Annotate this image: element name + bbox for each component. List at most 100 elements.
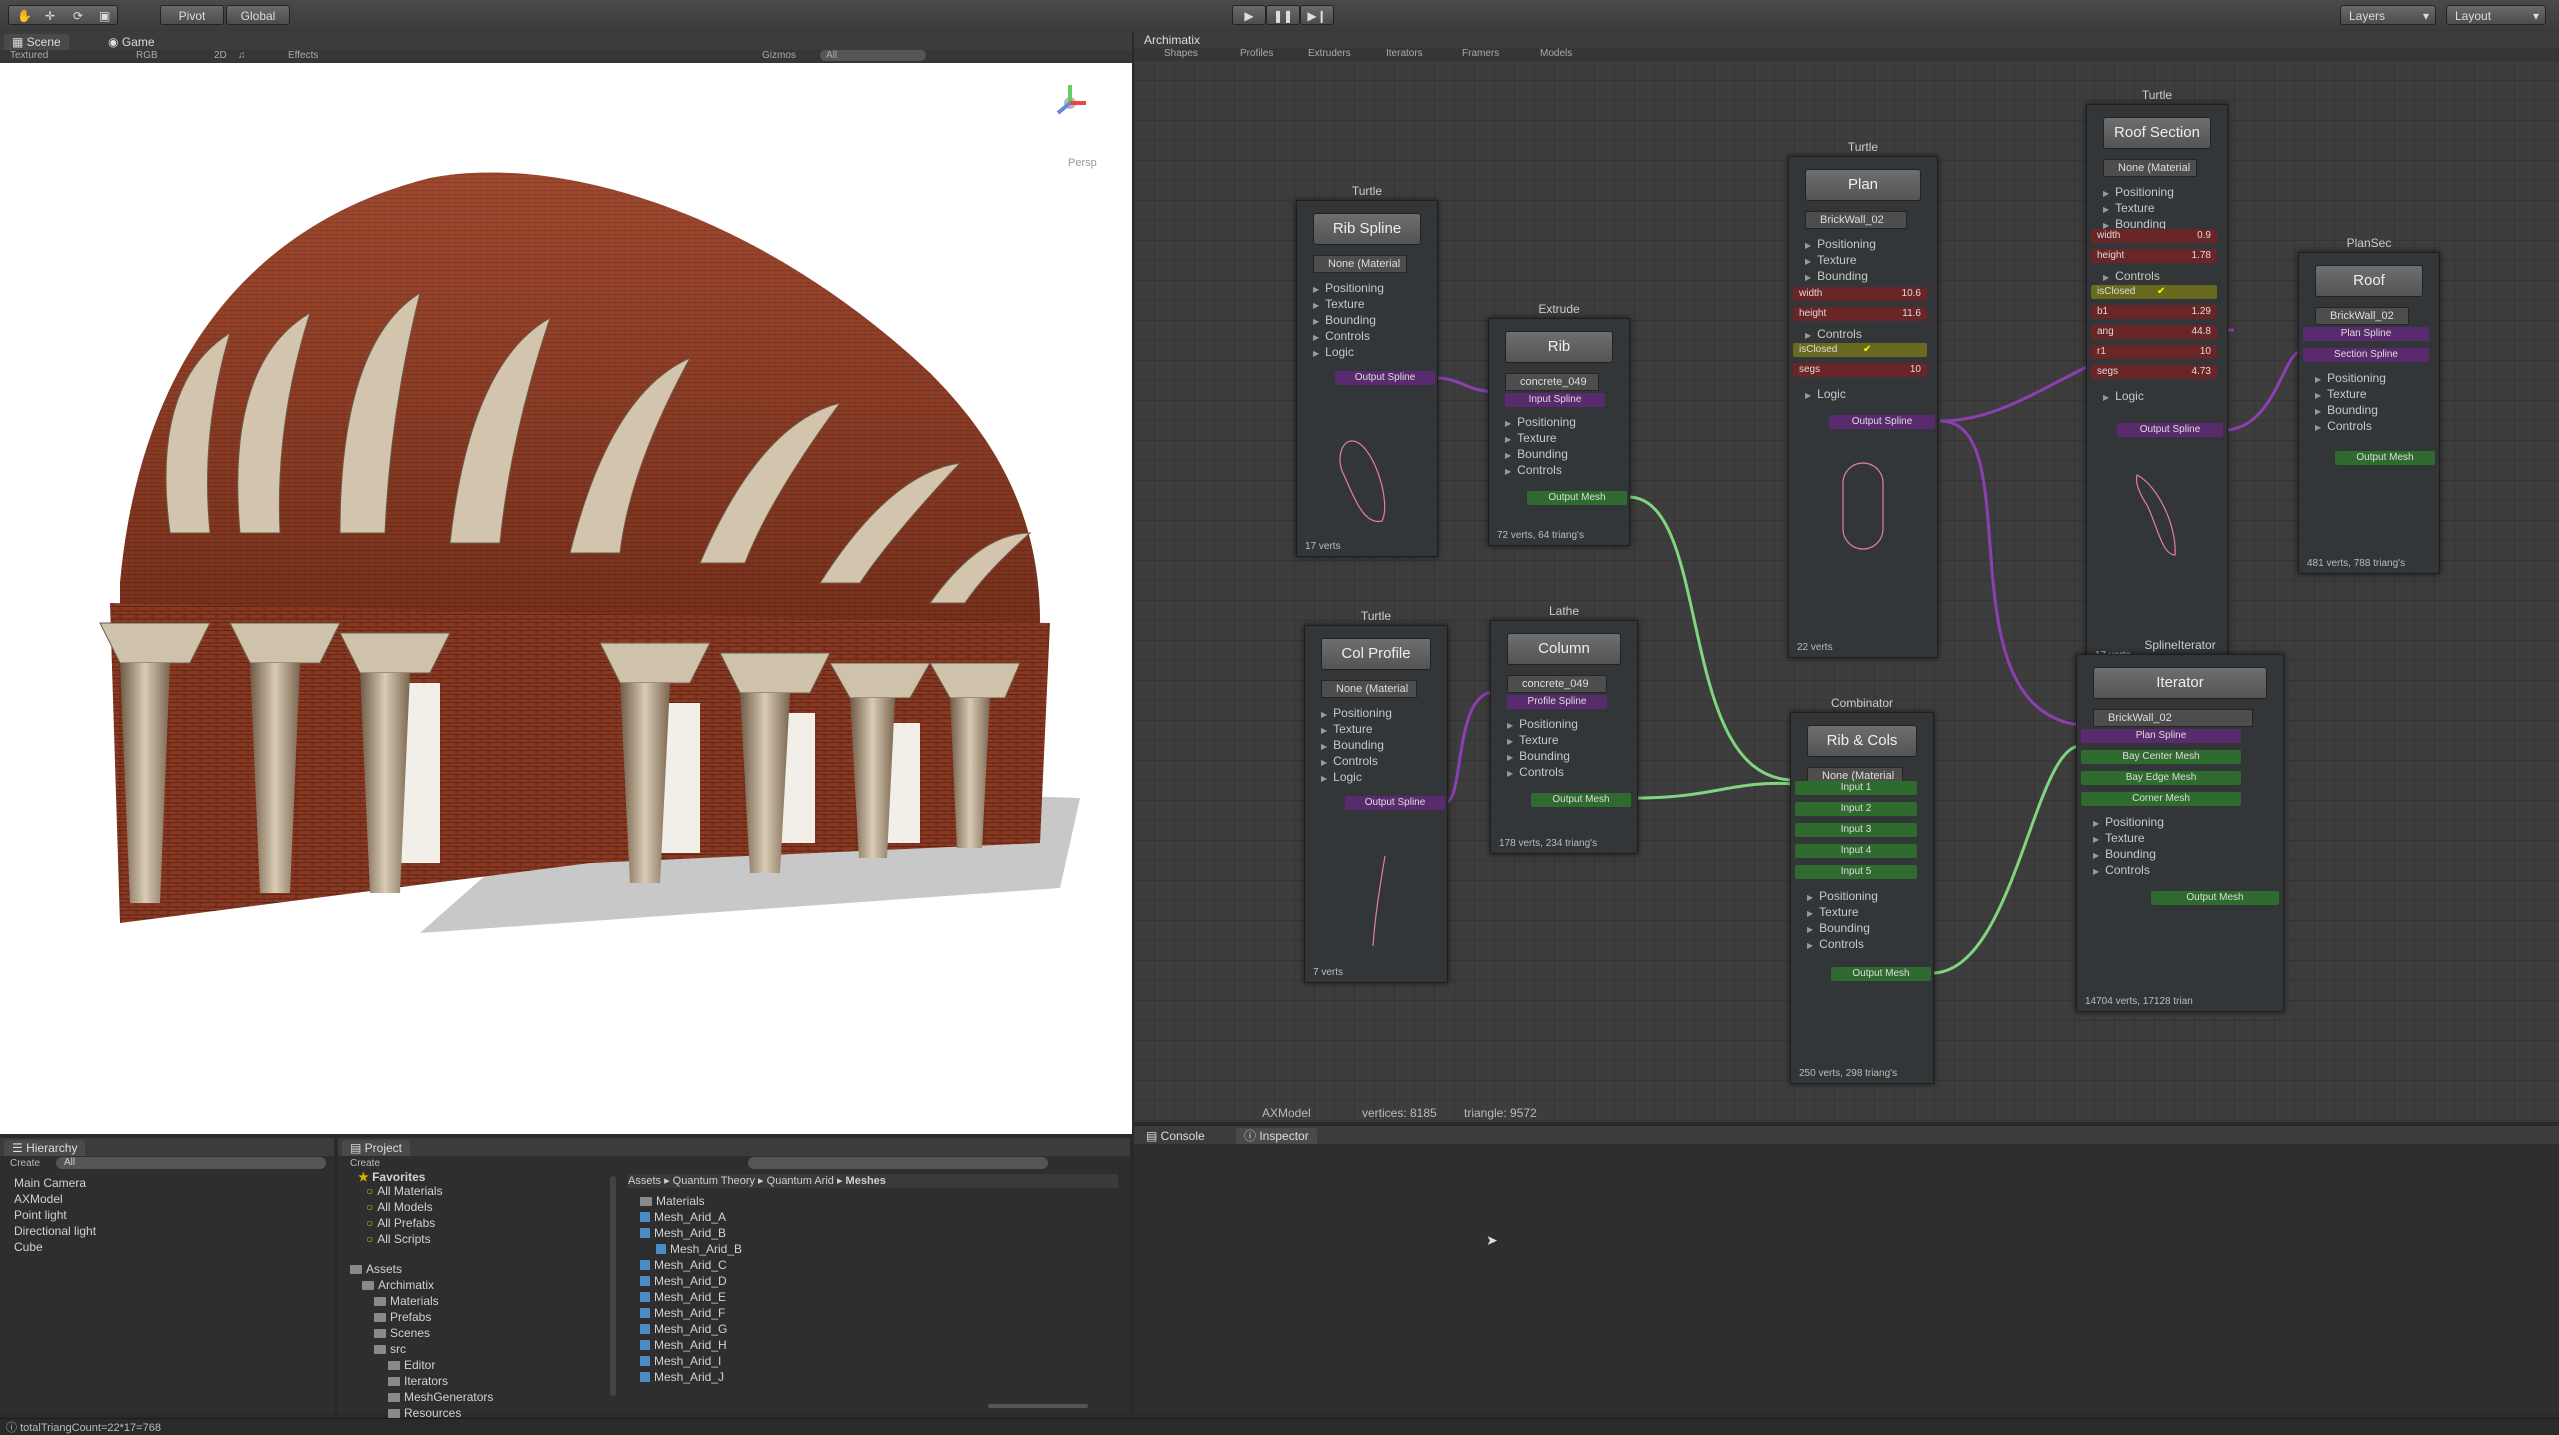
node-rib[interactable]: Extrude Rib concrete_049 Input Spline Po…	[1488, 302, 1630, 546]
param-ang[interactable]: ang 44.8	[2091, 325, 2217, 339]
menu-framers[interactable]: Framers	[1462, 48, 1499, 59]
tab-game[interactable]: ◉ Game	[100, 34, 163, 50]
foldout-controls[interactable]: Controls	[1313, 329, 1370, 343]
pivot-toggle[interactable]: Pivot	[160, 5, 224, 25]
render-mode-dropdown[interactable]: RGB	[136, 50, 158, 61]
tab-project[interactable]: ▤ Project	[342, 1140, 411, 1156]
node-title-button[interactable]: Column	[1507, 633, 1621, 665]
bay-edge-mesh-port[interactable]: Bay Edge Mesh	[2081, 771, 2241, 785]
scene-search-input[interactable]: All	[820, 50, 926, 61]
node-title-button[interactable]: Col Profile	[1321, 638, 1431, 670]
param-r1[interactable]: r1 10	[2091, 345, 2217, 359]
foldout-texture[interactable]: Texture	[1805, 253, 1856, 267]
node-title-button[interactable]: Plan	[1805, 169, 1921, 201]
folder-item[interactable]: Materials	[374, 1294, 439, 1308]
scene-viewport[interactable]: Persp	[0, 63, 1132, 1134]
tab-scene[interactable]: ▦ Scene	[4, 34, 69, 50]
foldout-bounding[interactable]: Bounding	[1807, 921, 1870, 935]
file-item[interactable]: Mesh_Arid_A	[640, 1210, 726, 1224]
input-5-port[interactable]: Input 5	[1795, 865, 1917, 879]
hierarchy-item[interactable]: Main Camera	[14, 1176, 86, 1190]
foldout-controls[interactable]: Controls	[2093, 863, 2150, 877]
tab-archimatix[interactable]: Archimatix	[1136, 32, 1209, 48]
layers-dropdown[interactable]: Layers ▾	[2340, 5, 2436, 25]
play-button[interactable]: ▶	[1232, 5, 1266, 25]
tab-hierarchy[interactable]: ☰ Hierarchy	[4, 1140, 86, 1156]
node-plan[interactable]: Turtle Plan BrickWall_02 Positioning Tex…	[1788, 140, 1938, 658]
input-2-port[interactable]: Input 2	[1795, 802, 1917, 816]
menu-models[interactable]: Models	[1540, 48, 1572, 59]
icon-size-slider[interactable]	[988, 1404, 1088, 1408]
node-graph-canvas[interactable]: Turtle Rib Spline None (Material Positio…	[1134, 60, 2559, 1122]
audio-icon[interactable]: ♫	[238, 50, 246, 61]
material-field[interactable]: None (Material	[1313, 255, 1407, 273]
foldout-positioning[interactable]: Positioning	[2103, 185, 2174, 199]
node-title-button[interactable]: Roof Section	[2103, 117, 2211, 149]
file-item[interactable]: Mesh_Arid_G	[640, 1322, 727, 1336]
output-mesh-port[interactable]: Output Mesh	[1531, 793, 1631, 807]
breadcrumb-item[interactable]: Assets	[628, 1175, 661, 1187]
foldout-bounding[interactable]: Bounding	[1507, 749, 1570, 763]
foldout-bounding[interactable]: Bounding	[1313, 313, 1376, 327]
foldout-controls[interactable]: Controls	[1805, 327, 1862, 341]
output-spline-port[interactable]: Output Spline	[1345, 796, 1445, 810]
foldout-positioning[interactable]: Positioning	[1805, 237, 1876, 251]
hierarchy-item[interactable]: AXModel	[14, 1192, 63, 1206]
file-item[interactable]: Mesh_Arid_B	[640, 1226, 726, 1240]
foldout-controls[interactable]: Controls	[1807, 937, 1864, 951]
project-create-dropdown[interactable]: Create	[350, 1158, 380, 1169]
foldout-texture[interactable]: Texture	[2315, 387, 2366, 401]
file-item[interactable]: Materials	[640, 1194, 705, 1208]
folder-item[interactable]: Prefabs	[374, 1310, 431, 1324]
node-roof[interactable]: PlanSec Roof BrickWall_02 Plan Spline Se…	[2298, 236, 2440, 574]
foldout-texture[interactable]: Texture	[1807, 905, 1858, 919]
node-title-button[interactable]: Rib Spline	[1313, 213, 1421, 245]
foldout-positioning[interactable]: Positioning	[1313, 281, 1384, 295]
folder-item[interactable]: Scenes	[374, 1326, 430, 1340]
hierarchy-item[interactable]: Directional light	[14, 1224, 96, 1238]
corner-mesh-port[interactable]: Corner Mesh	[2081, 792, 2241, 806]
file-item[interactable]: Mesh_Arid_E	[640, 1290, 726, 1304]
input-4-port[interactable]: Input 4	[1795, 844, 1917, 858]
param-height[interactable]: height 1.78	[2091, 249, 2217, 263]
foldout-bounding[interactable]: Bounding	[1321, 738, 1384, 752]
foldout-positioning[interactable]: Positioning	[2093, 815, 2164, 829]
file-item[interactable]: Mesh_Arid_C	[640, 1258, 727, 1272]
plan-spline-port[interactable]: Plan Spline	[2303, 327, 2429, 341]
scale-tool-icon[interactable]: ▣	[99, 6, 110, 26]
foldout-controls[interactable]: Controls	[1507, 765, 1564, 779]
step-button[interactable]: ▶❙	[1300, 5, 1334, 25]
folder-item[interactable]: Editor	[388, 1358, 435, 1372]
input-spline-port[interactable]: Input Spline	[1505, 393, 1605, 407]
material-field[interactable]: concrete_049	[1507, 675, 1607, 693]
folder-item[interactable]: MeshGenerators	[388, 1390, 493, 1404]
output-mesh-port[interactable]: Output Mesh	[1831, 967, 1931, 981]
checkmark-icon[interactable]: ✔	[2157, 285, 2165, 299]
file-item[interactable]: Mesh_Arid_J	[640, 1370, 724, 1384]
foldout-bounding[interactable]: Bounding	[1505, 447, 1568, 461]
plan-spline-port[interactable]: Plan Spline	[2081, 729, 2241, 743]
foldout-bounding[interactable]: Bounding	[2093, 847, 2156, 861]
status-message[interactable]: totalTriangCount=22*17=768	[20, 1422, 161, 1434]
node-rib-cols[interactable]: Combinator Rib & Cols None (Material Inp…	[1790, 696, 1934, 1084]
assets-folder[interactable]: Assets	[350, 1262, 402, 1276]
foldout-controls[interactable]: Controls	[1505, 463, 1562, 477]
section-spline-port[interactable]: Section Spline	[2303, 348, 2429, 362]
hierarchy-search-input[interactable]: All	[56, 1157, 326, 1169]
node-title-button[interactable]: Rib	[1505, 331, 1613, 363]
output-spline-port[interactable]: Output Spline	[1335, 371, 1435, 385]
param-isclosed[interactable]: isClosed ✔	[1793, 343, 1927, 357]
file-item[interactable]: Mesh_Arid_F	[640, 1306, 725, 1320]
persp-label[interactable]: Persp	[1068, 157, 1097, 169]
breadcrumb-item[interactable]: Quantum Theory	[673, 1175, 755, 1187]
node-roof-section[interactable]: Turtle Roof Section None (Material Posit…	[2086, 88, 2228, 666]
output-spline-port[interactable]: Output Spline	[1829, 415, 1935, 429]
profile-spline-port[interactable]: Profile Spline	[1507, 695, 1607, 709]
folder-item[interactable]: Archimatix	[362, 1278, 434, 1292]
global-toggle[interactable]: Global	[226, 5, 290, 25]
material-field[interactable]: BrickWall_02	[1805, 211, 1907, 229]
foldout-bounding[interactable]: Bounding	[2315, 403, 2378, 417]
foldout-logic[interactable]: Logic	[2103, 389, 2144, 403]
bay-center-mesh-port[interactable]: Bay Center Mesh	[2081, 750, 2241, 764]
file-item[interactable]: Mesh_Arid_I	[640, 1354, 721, 1368]
